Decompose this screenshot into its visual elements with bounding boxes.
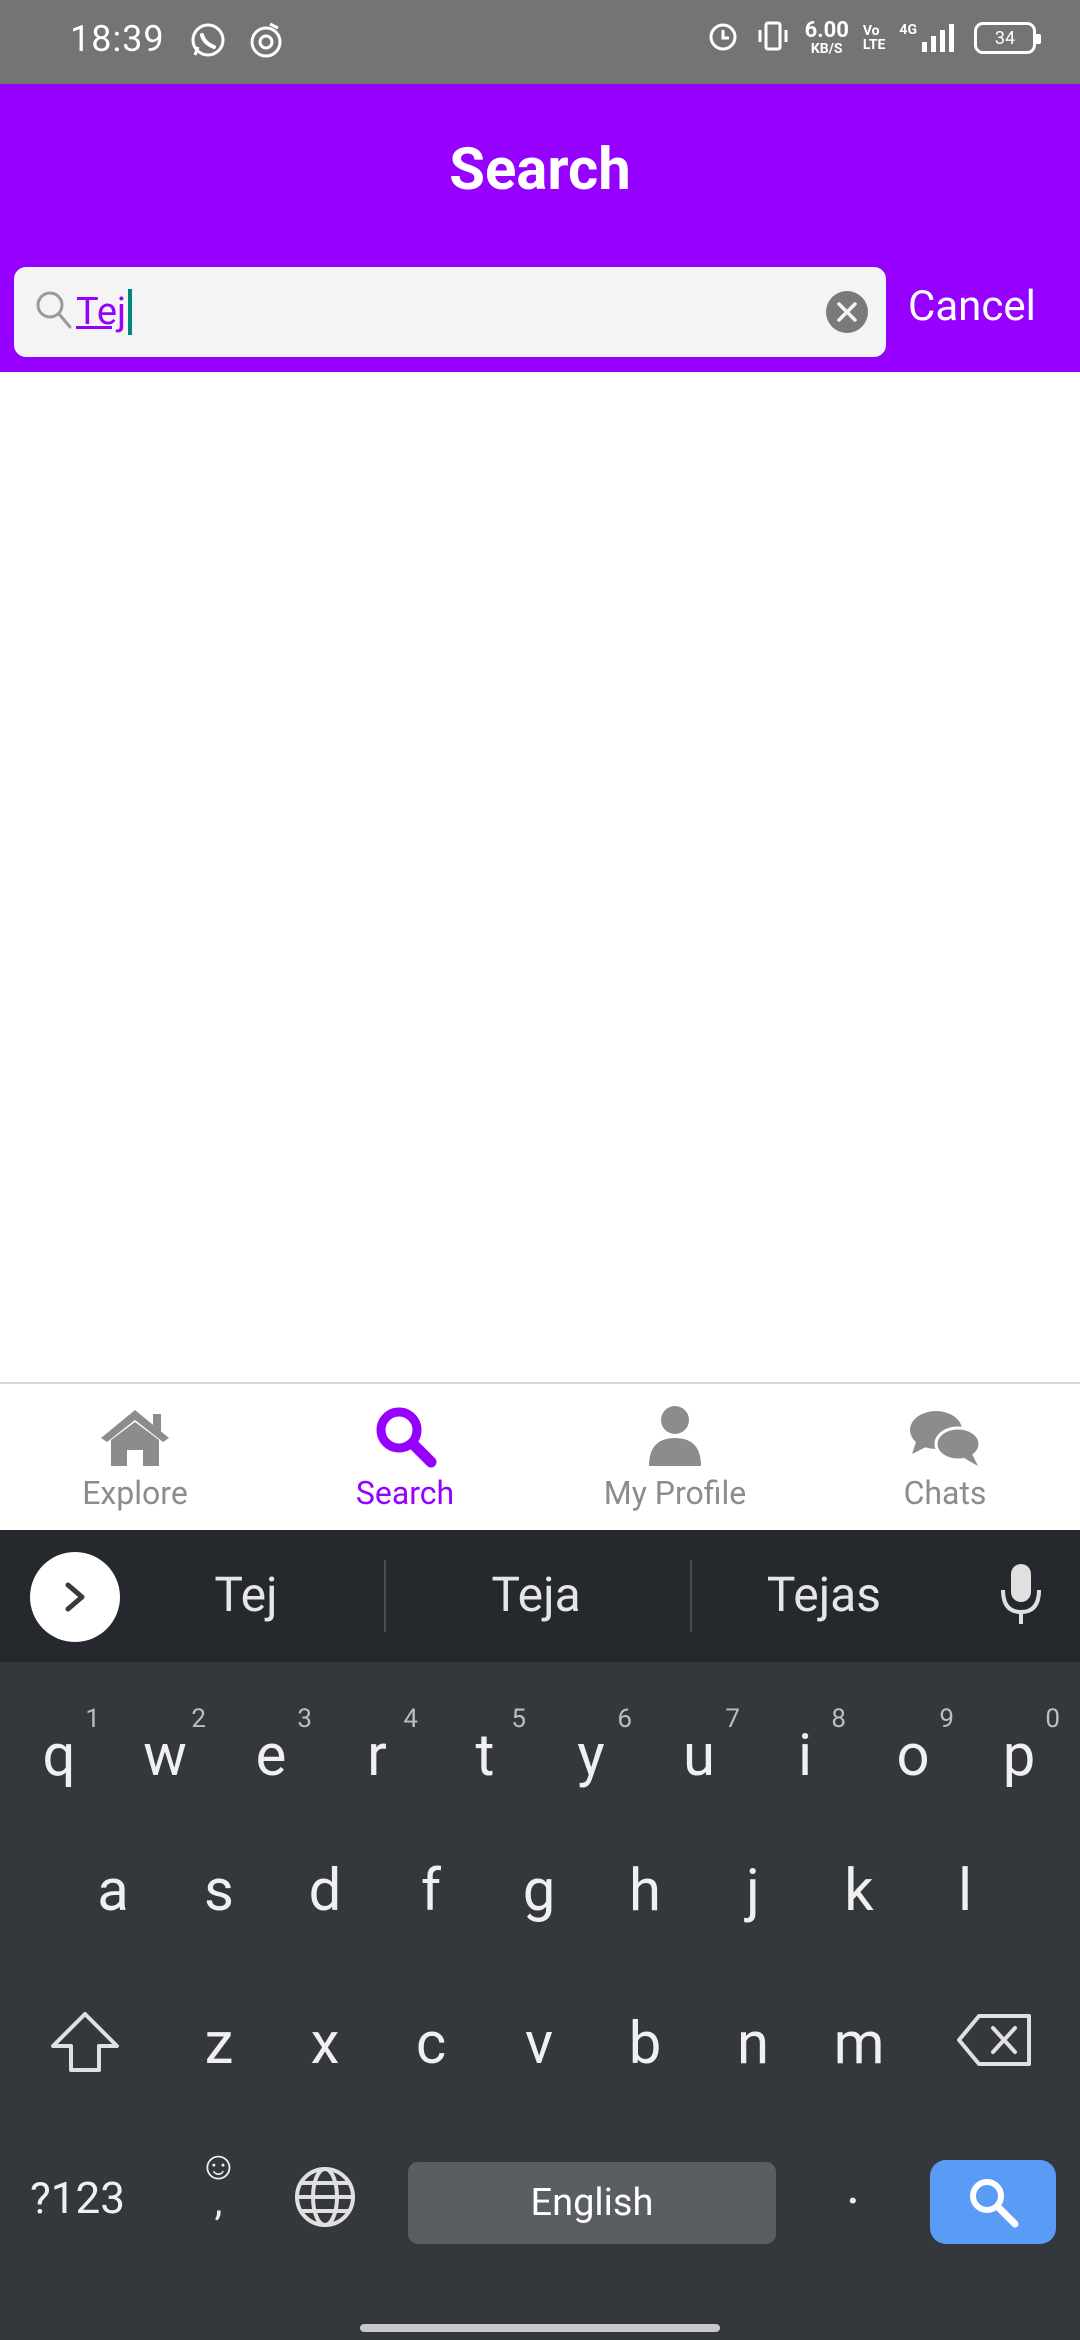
backspace-key[interactable] bbox=[950, 2010, 1040, 2085]
status-time: 18:39 bbox=[70, 18, 165, 60]
person-icon bbox=[649, 1406, 701, 1466]
key-m[interactable]: m bbox=[814, 2010, 904, 2078]
search-icon bbox=[970, 2179, 1019, 2228]
tab-label: Search bbox=[355, 1474, 455, 1512]
key-a[interactable]: a bbox=[68, 1857, 158, 1925]
key-j[interactable]: j bbox=[708, 1857, 798, 1925]
page-title: Search bbox=[449, 136, 631, 204]
key-y[interactable]: y6 bbox=[546, 1704, 636, 1790]
emoji-comma-key[interactable]: ☺ , bbox=[198, 2146, 239, 2225]
suggestion-1[interactable]: Tej bbox=[106, 1566, 386, 1623]
key-u[interactable]: u7 bbox=[654, 1704, 744, 1790]
period-key[interactable]: . bbox=[846, 2154, 860, 2217]
cancel-button[interactable]: Cancel bbox=[908, 282, 1036, 331]
vibrate-icon bbox=[755, 18, 791, 58]
tab-label: Chats bbox=[903, 1474, 987, 1512]
app-header: Search Tej Cancel bbox=[0, 84, 1080, 372]
key-l[interactable]: l bbox=[920, 1857, 1010, 1925]
home-icon bbox=[101, 1410, 169, 1466]
key-h[interactable]: h bbox=[600, 1857, 690, 1925]
battery-icon: 34 bbox=[974, 22, 1041, 54]
symbols-key[interactable]: ?123 bbox=[30, 2172, 125, 2224]
tab-chats[interactable]: Chats bbox=[810, 1384, 1080, 1530]
backspace-icon bbox=[957, 2014, 1031, 2066]
bottom-tab-bar: Explore Search My Profile Chats bbox=[0, 1382, 1080, 1530]
key-s[interactable]: s bbox=[174, 1857, 264, 1925]
chat-icon bbox=[910, 1411, 982, 1466]
search-icon bbox=[34, 289, 74, 337]
shift-key[interactable] bbox=[40, 2010, 130, 2089]
key-g[interactable]: g bbox=[494, 1857, 584, 1925]
key-q[interactable]: q1 bbox=[14, 1704, 104, 1790]
key-b[interactable]: b bbox=[600, 2010, 690, 2078]
key-z[interactable]: z bbox=[174, 2010, 264, 2078]
key-i[interactable]: i8 bbox=[760, 1704, 850, 1790]
close-icon bbox=[837, 302, 857, 322]
space-key[interactable]: English bbox=[408, 2162, 776, 2244]
globe-icon[interactable] bbox=[292, 2164, 358, 2234]
key-c[interactable]: c bbox=[386, 2010, 476, 2078]
key-k[interactable]: k bbox=[814, 1857, 904, 1925]
suggestion-divider bbox=[384, 1560, 386, 1632]
key-v[interactable]: v bbox=[494, 2010, 584, 2078]
search-bar[interactable]: Tej bbox=[14, 267, 886, 357]
text-caret bbox=[128, 289, 133, 335]
key-e[interactable]: e3 bbox=[226, 1704, 316, 1790]
key-w[interactable]: w2 bbox=[120, 1704, 210, 1790]
suggestion-3[interactable]: Tejas bbox=[684, 1566, 964, 1623]
search-icon bbox=[376, 1407, 437, 1468]
mic-icon[interactable] bbox=[996, 1560, 1046, 1634]
search-input[interactable]: Tej bbox=[76, 267, 816, 357]
key-t[interactable]: t5 bbox=[440, 1704, 530, 1790]
shift-icon bbox=[51, 2012, 119, 2072]
whatsapp-icon bbox=[188, 20, 228, 64]
key-d[interactable]: d bbox=[280, 1857, 370, 1925]
tab-my-profile[interactable]: My Profile bbox=[540, 1384, 810, 1530]
key-o[interactable]: o9 bbox=[868, 1704, 958, 1790]
soft-keyboard: Tej Teja Tejas q1 w2 e3 r4 t5 y6 u7 i8 o… bbox=[0, 1530, 1080, 2340]
suggestion-2[interactable]: Teja bbox=[396, 1566, 676, 1623]
key-p[interactable]: p0 bbox=[974, 1704, 1064, 1790]
search-results-area bbox=[0, 372, 1080, 1382]
tab-explore[interactable]: Explore bbox=[0, 1384, 270, 1530]
tab-label: My Profile bbox=[603, 1474, 747, 1512]
comma-label: , bbox=[214, 2178, 223, 2225]
music-icon bbox=[246, 20, 286, 64]
tab-label: Explore bbox=[82, 1474, 188, 1512]
suggestion-strip: Tej Teja Tejas bbox=[0, 1530, 1080, 1662]
network-speed: 6.00 KB/S bbox=[804, 18, 849, 57]
key-n[interactable]: n bbox=[708, 2010, 798, 2078]
status-bar: 18:39 6.00 KB/S Vo LTE 4G 34 bbox=[0, 0, 1080, 84]
signal-icon: 4G bbox=[899, 22, 960, 54]
key-f[interactable]: f bbox=[386, 1857, 476, 1925]
clear-search-button[interactable] bbox=[826, 291, 868, 333]
alarm-icon bbox=[705, 18, 741, 58]
keyboard-search-button[interactable] bbox=[930, 2160, 1056, 2244]
volte-indicator: Vo LTE bbox=[862, 23, 886, 53]
chevron-right-icon bbox=[65, 1582, 85, 1612]
home-indicator[interactable] bbox=[360, 2324, 720, 2332]
key-r[interactable]: r4 bbox=[332, 1704, 422, 1790]
key-x[interactable]: x bbox=[280, 2010, 370, 2078]
tab-search[interactable]: Search bbox=[270, 1384, 540, 1530]
